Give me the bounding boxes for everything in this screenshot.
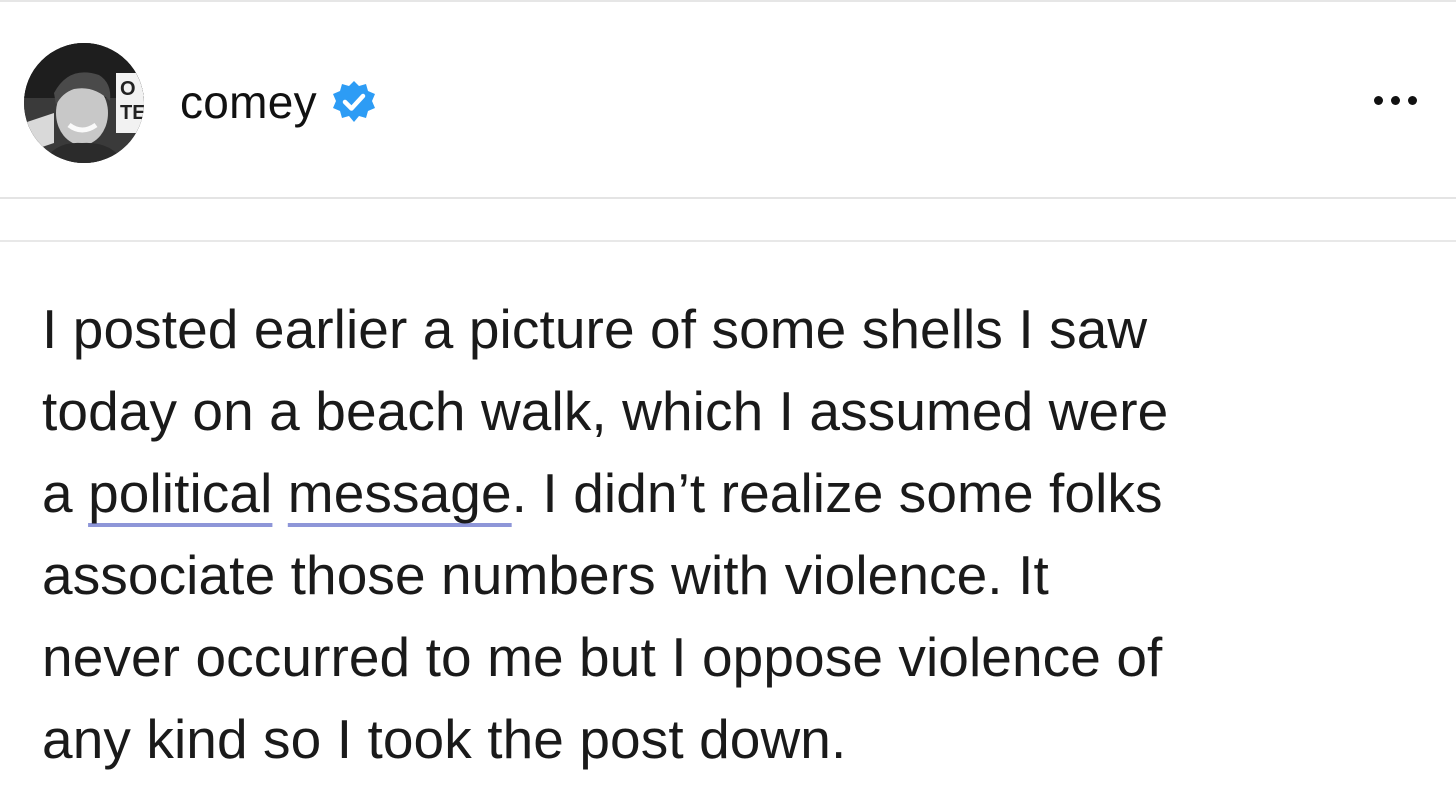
more-dot [1373, 95, 1383, 105]
message-link[interactable]: message [288, 462, 512, 524]
svg-text:TE: TE [120, 102, 144, 124]
content-divider [0, 240, 1456, 242]
more-dot [1390, 95, 1400, 105]
post-line: any kind so I took the post down. [42, 708, 847, 770]
political-link[interactable]: political [88, 462, 272, 524]
avatar[interactable]: O TE [24, 43, 144, 163]
verified-badge-icon [331, 79, 377, 125]
header-divider [0, 197, 1456, 199]
svg-text:O: O [120, 78, 136, 100]
post-text-segment: . I didn’t realize some folks [511, 462, 1163, 524]
post-line: today on a beach walk, which I assumed w… [42, 380, 1169, 442]
username-row: comey [180, 72, 377, 132]
more-dot [1407, 95, 1417, 105]
post-header: O TE comey [0, 0, 1456, 200]
post-text-segment: a [42, 462, 89, 524]
post-line: I posted earlier a picture of some shell… [42, 298, 1148, 360]
post-body: I posted earlier a picture of some shell… [42, 288, 1432, 780]
username[interactable]: comey [180, 75, 317, 129]
post-line: associate those numbers with violence. I… [42, 544, 1049, 606]
post-line: never occurred to me but I oppose violen… [42, 626, 1163, 688]
avatar-photo: O TE [24, 43, 144, 163]
more-options-icon[interactable] [1360, 80, 1430, 120]
post-text-segment [272, 462, 287, 524]
post-line: a political message. I didn’t realize so… [42, 452, 1432, 534]
